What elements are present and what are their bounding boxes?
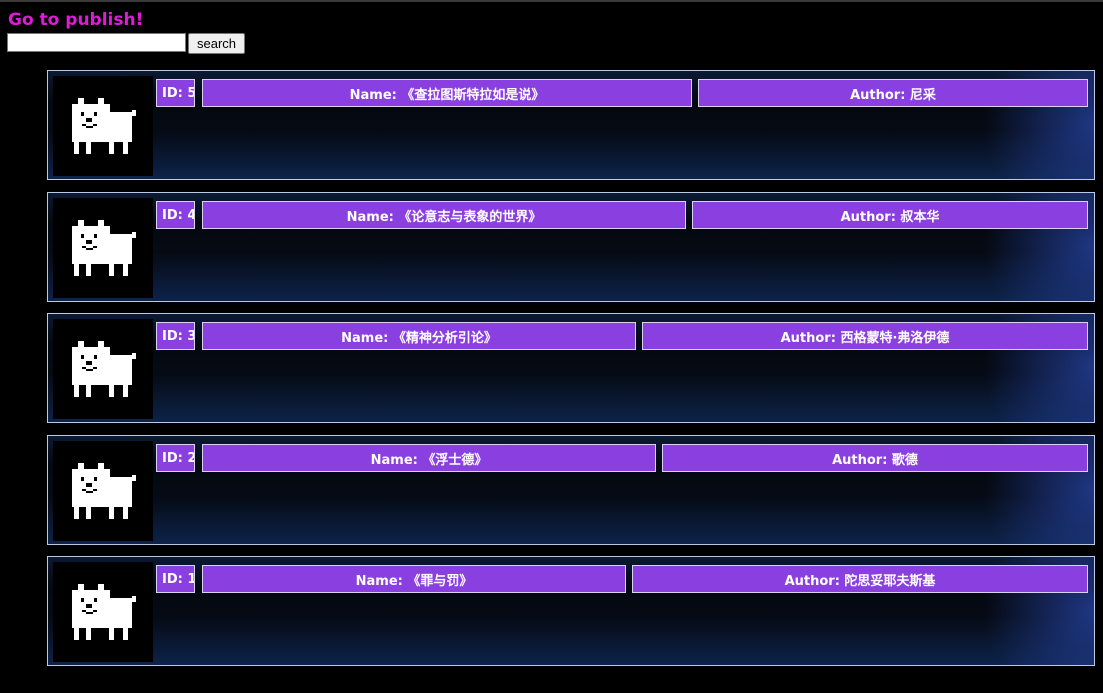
book-author: Author: 尼采 [698, 79, 1088, 107]
book-card[interactable]: ID: 1 Name: 《罪与罚》 Author: 陀思妥耶夫斯基 [47, 556, 1095, 666]
pixel-dog-icon [72, 584, 136, 640]
pixel-dog-icon [72, 220, 136, 276]
pixel-dog-icon [72, 463, 136, 519]
book-card[interactable]: ID: 2 Name: 《浮士德》 Author: 歌德 [47, 435, 1095, 545]
book-author: Author: 陀思妥耶夫斯基 [632, 565, 1088, 593]
book-author: Author: 西格蒙特·弗洛伊德 [642, 322, 1088, 350]
book-name: Name: 《浮士德》 [202, 444, 656, 472]
book-cover [53, 319, 153, 419]
top-border [0, 0, 1103, 2]
search-button[interactable]: search [188, 33, 245, 54]
pixel-dog-icon [72, 98, 136, 154]
go-to-publish-link[interactable]: Go to publish! [8, 10, 143, 30]
book-name: Name: 《论意志与表象的世界》 [202, 201, 686, 229]
book-id: ID: 1 [156, 565, 195, 593]
book-id: ID: 4 [156, 201, 195, 229]
book-name: Name: 《罪与罚》 [202, 565, 626, 593]
book-name: Name: 《查拉图斯特拉如是说》 [202, 79, 692, 107]
search-input[interactable] [7, 33, 186, 52]
book-card[interactable]: ID: 4 Name: 《论意志与表象的世界》 Author: 叔本华 [47, 192, 1095, 302]
book-card[interactable]: ID: 5 Name: 《查拉图斯特拉如是说》 Author: 尼采 [47, 70, 1095, 180]
book-cover [53, 441, 153, 541]
book-cover [53, 198, 153, 298]
pixel-dog-icon [72, 341, 136, 397]
book-author: Author: 歌德 [662, 444, 1088, 472]
book-id: ID: 5 [156, 79, 195, 107]
book-author: Author: 叔本华 [692, 201, 1088, 229]
book-cover [53, 562, 153, 662]
book-id: ID: 3 [156, 322, 195, 350]
book-cover [53, 76, 153, 176]
book-card[interactable]: ID: 3 Name: 《精神分析引论》 Author: 西格蒙特·弗洛伊德 [47, 313, 1095, 423]
book-id: ID: 2 [156, 444, 195, 472]
book-name: Name: 《精神分析引论》 [202, 322, 636, 350]
